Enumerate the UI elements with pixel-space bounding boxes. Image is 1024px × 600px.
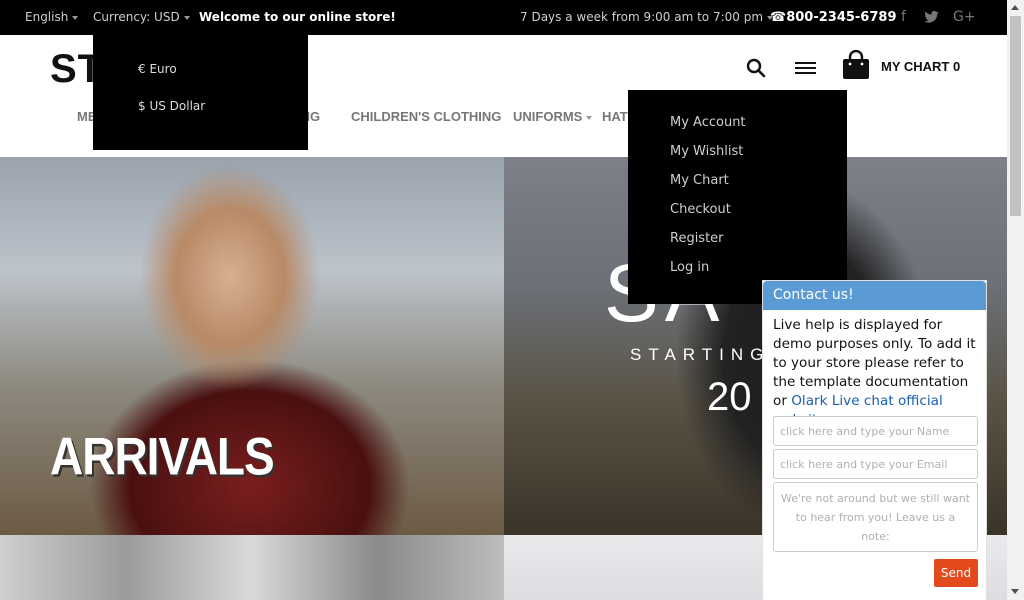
chat-email-input[interactable] (773, 449, 978, 479)
currency-dropdown: € Euro $ US Dollar (93, 35, 308, 150)
banner-sale-subtitle: STARTING (630, 345, 771, 364)
google-plus-icon[interactable]: G+ (953, 0, 976, 35)
phone-icon: ☎ (770, 10, 787, 25)
hours-selector[interactable]: 7 Days a week from 9:00 am to 7:00 pm (520, 0, 774, 35)
currency-option-label: Euro (149, 62, 177, 76)
menu-item-checkout[interactable]: Checkout (670, 202, 731, 217)
banner-new-arrivals[interactable]: ARRIVALS (0, 157, 504, 535)
nav-item-uniforms[interactable]: UNIFORMS (513, 109, 593, 124)
chat-message: Live help is displayed for demo purposes… (773, 316, 978, 430)
scroll-thumb[interactable] (1010, 16, 1021, 216)
currency-selector[interactable]: Currency: USD (93, 0, 190, 35)
shopping-bag-icon[interactable] (842, 49, 870, 84)
menu-item-my-chart[interactable]: My Chart (670, 173, 729, 188)
euro-symbol: € (138, 62, 146, 76)
send-button[interactable]: Send (934, 559, 978, 587)
dollar-symbol: $ (138, 99, 146, 113)
nav-item-childrens-clothing[interactable]: CHILDREN'S CLOTHING (351, 109, 501, 124)
chat-name-input[interactable] (773, 416, 978, 446)
page-scrollbar[interactable] (1007, 0, 1024, 600)
chevron-down-icon (183, 15, 190, 20)
banner-bottom-left[interactable] (0, 535, 504, 600)
menu-item-my-wishlist[interactable]: My Wishlist (670, 144, 743, 159)
account-dropdown: My Account My Wishlist My Chart Checkout… (628, 90, 847, 304)
chat-note-textarea[interactable] (773, 482, 978, 552)
scroll-up-icon[interactable] (1011, 5, 1019, 10)
nav-label: UNIFORMS (513, 109, 583, 124)
language-selector[interactable]: English (25, 0, 79, 35)
live-chat-widget: Contact us! Live help is displayed for d… (762, 280, 987, 600)
menu-item-my-account[interactable]: My Account (670, 115, 746, 130)
facebook-icon[interactable]: f (901, 0, 906, 35)
menu-icon[interactable] (795, 60, 816, 80)
currency-option-euro[interactable]: € Euro (138, 62, 177, 76)
top-bar: English Currency: USD Welcome to our onl… (0, 0, 1007, 35)
currency-option-label: US Dollar (149, 99, 206, 113)
search-icon[interactable] (746, 58, 766, 82)
currency-option-usd[interactable]: $ US Dollar (138, 99, 205, 113)
language-label: English (25, 10, 69, 24)
welcome-message: Welcome to our online store! (199, 10, 396, 24)
menu-item-log-in[interactable]: Log in (670, 260, 709, 275)
scroll-down-icon[interactable] (1011, 589, 1019, 594)
hours-label: 7 Days a week from 9:00 am to 7:00 pm (520, 10, 764, 24)
phone-label: 800-2345-6789 (786, 10, 897, 25)
chevron-down-icon (586, 115, 593, 120)
twitter-icon[interactable] (924, 0, 939, 35)
chevron-down-icon (72, 15, 79, 20)
cart-label[interactable]: MY CHART 0 (881, 59, 960, 74)
currency-label: Currency: USD (93, 10, 180, 24)
chat-title[interactable]: Contact us! (763, 281, 986, 310)
menu-item-register[interactable]: Register (670, 231, 724, 246)
banner-title: ARRIVALS (50, 426, 275, 486)
phone-number[interactable]: ☎800-2345-6789 (770, 0, 897, 35)
banner-sale-price: 20 (707, 375, 752, 419)
